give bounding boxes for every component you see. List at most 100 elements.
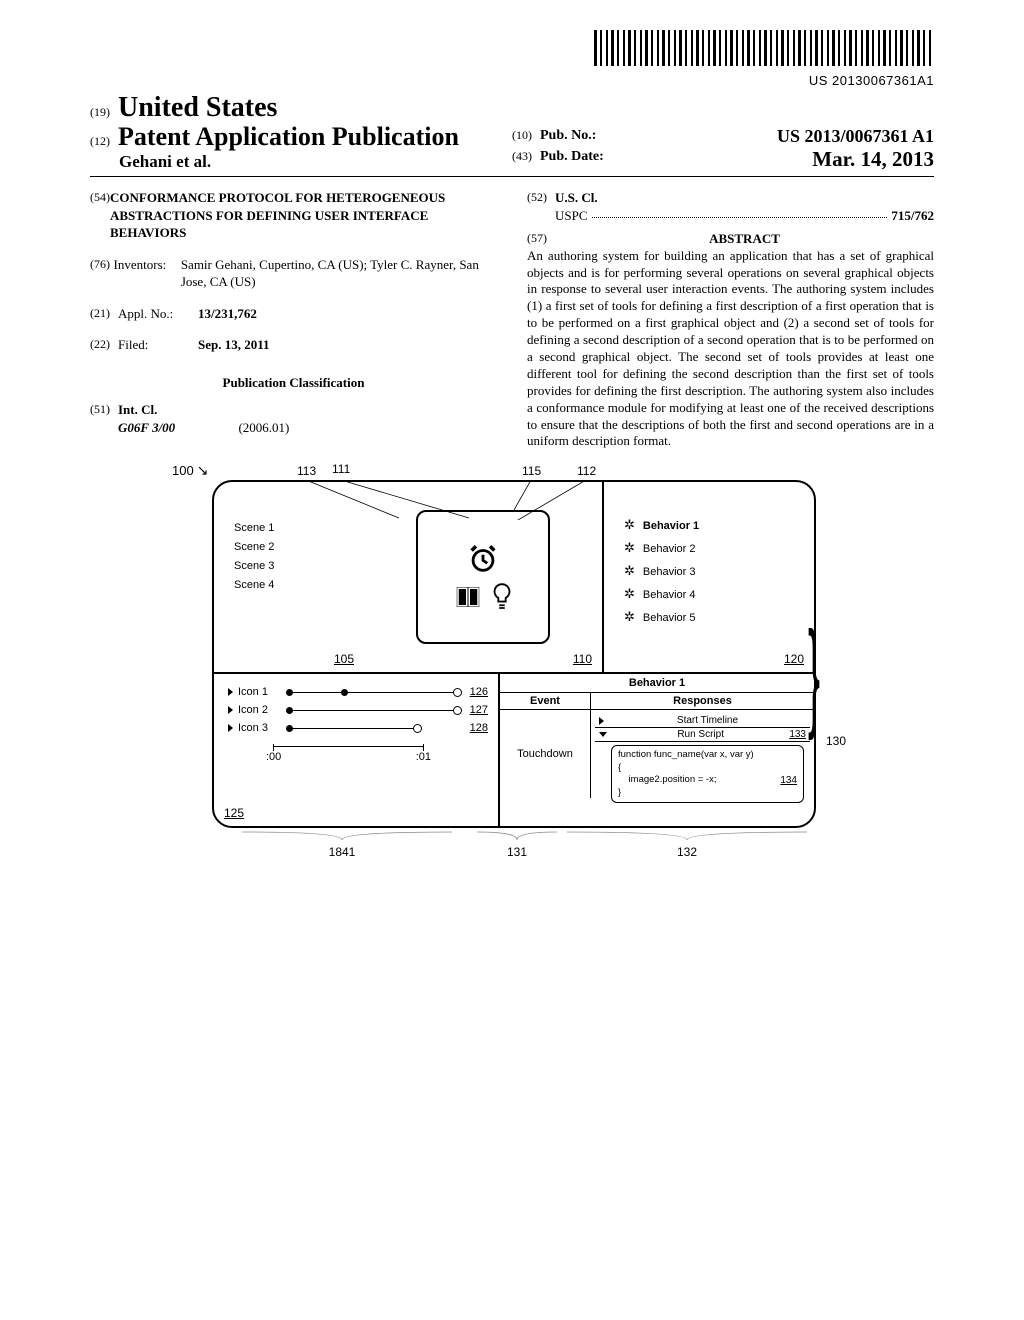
filed-code: (22) <box>90 336 118 354</box>
top-row: Scene 1 Scene 2 Scene 3 Scene 4 105 <box>214 482 814 672</box>
ref-128: 128 <box>470 722 488 734</box>
ref-134: 134 <box>780 774 797 787</box>
behavior-1: ✲Behavior 1 <box>624 517 804 533</box>
time-1: :01 <box>416 751 431 763</box>
resp2-label: Run Script <box>612 729 789 740</box>
pub-date-label: Pub. Date: <box>540 149 604 164</box>
abstract-heading: ABSTRACT <box>555 230 934 248</box>
uscl-code: (52) <box>527 189 555 224</box>
filed-value: Sep. 13, 2011 <box>198 336 270 354</box>
title-block: (54) CONFORMANCE PROTOCOL FOR HETEROGENE… <box>90 189 497 242</box>
behavior-5: ✲Behavior 5 <box>624 609 804 625</box>
ref-105: 105 <box>334 652 354 666</box>
resp1-label: Start Timeline <box>609 715 806 726</box>
authors-line: Gehani et al. <box>90 152 512 172</box>
filed-block: (22) Filed: Sep. 13, 2011 <box>90 336 497 354</box>
ref-115: 115 <box>522 464 541 478</box>
time-0: :00 <box>266 751 281 763</box>
left-column: (54) CONFORMANCE PROTOCOL FOR HETEROGENE… <box>90 189 497 450</box>
behavior-2: ✲Behavior 2 <box>624 540 804 556</box>
intcl-code: (51) <box>90 401 118 436</box>
body-columns: (54) CONFORMANCE PROTOCOL FOR HETEROGENE… <box>90 189 934 450</box>
ref-112: 112 <box>577 464 596 478</box>
detail-title: Behavior 1 <box>500 674 814 693</box>
ref-113: 113 <box>297 464 316 478</box>
triangle-icon <box>228 724 233 732</box>
dotfill <box>592 207 888 218</box>
appl-label: Appl. No.: <box>118 305 198 323</box>
timeline-axis <box>273 746 423 747</box>
appl-code: (21) <box>90 305 118 323</box>
gear-icon: ✲ <box>624 609 635 625</box>
scene-1: Scene 1 <box>234 522 354 534</box>
header-right: (10) Pub. No.: US 2013/0067361 A1 (43) P… <box>512 126 934 172</box>
intcl-edition: (2006.01) <box>238 420 289 435</box>
appl-value: 13/231,762 <box>198 305 257 323</box>
ref-100: 100 <box>172 462 208 479</box>
timeline-panel: Icon 1 126 Icon 2 <box>214 674 498 826</box>
gear-icon: ✲ <box>624 563 635 579</box>
detail-headers: Event Responses <box>500 693 814 710</box>
code-line-4: } <box>618 787 797 799</box>
appl-block: (21) Appl. No.: 13/231,762 <box>90 305 497 323</box>
behavior-panel: ✲Behavior 1 ✲Behavior 2 ✲Behavior 3 ✲Beh… <box>602 482 814 672</box>
scene-2: Scene 2 <box>234 541 354 553</box>
resp-start-timeline: Start Timeline <box>595 714 810 728</box>
title-code: (54) <box>90 189 110 242</box>
inventors-label: Inventors: <box>114 256 181 291</box>
resp-run-script: Run Script 133 <box>595 728 810 742</box>
detail-body: Touchdown Start Timeline Run Script 133 <box>500 710 814 798</box>
behavior-detail-panel: Behavior 1 Event Responses Touchdown Sta… <box>498 674 814 826</box>
resp-body: Start Timeline Run Script 133 function f… <box>591 710 814 798</box>
pub-class-heading: Publication Classification <box>90 374 497 392</box>
ref-133: 133 <box>789 729 806 740</box>
ref-127: 127 <box>470 704 488 716</box>
barcode <box>594 30 934 66</box>
icon-1-label: Icon 1 <box>238 686 280 698</box>
triangle-icon <box>228 706 233 714</box>
header: (19) United States (12) Patent Applicati… <box>90 92 934 177</box>
intcl-block: (51) Int. Cl. G06F 3/00 (2006.01) <box>90 401 497 436</box>
code-line-3: image2.position = -x; <box>618 774 780 787</box>
filed-label: Filed: <box>118 336 198 354</box>
canvas-panel: 110 <box>364 482 602 672</box>
gear-icon: ✲ <box>624 586 635 602</box>
ref-125: 125 <box>224 806 244 820</box>
uscl-value: 715/762 <box>891 207 934 225</box>
pub-no-label: Pub. No.: <box>540 128 596 143</box>
barcode-area: US 20130067361A1 <box>90 30 934 88</box>
scene-4: Scene 4 <box>234 579 354 591</box>
underbrace-row: 1841 131 132 <box>212 830 812 859</box>
figure-1: 100 113 111 115 112 Scene 1 Scene 2 Scen <box>90 480 934 859</box>
timeline-row-3: Icon 3 128 <box>228 722 488 734</box>
underbrace-3 <box>562 830 812 842</box>
code-box: function func_name(var x, var y) { image… <box>611 745 804 803</box>
barcode-text: US 20130067361A1 <box>90 73 934 88</box>
icon-2-label: Icon 2 <box>238 704 280 716</box>
ref-126: 126 <box>470 686 488 698</box>
inventors-block: (76) Inventors: Samir Gehani, Cupertino,… <box>90 256 497 291</box>
resp-header: Responses <box>591 693 814 709</box>
behavior-3: ✲Behavior 3 <box>624 563 804 579</box>
inventors-code: (76) <box>90 256 114 291</box>
canvas <box>416 510 550 644</box>
header-left: (19) United States (12) Patent Applicati… <box>90 92 512 172</box>
abstract-code: (57) <box>527 230 555 248</box>
doc-type: Patent Application Publication <box>118 122 459 151</box>
ref-130: 130 <box>826 734 846 748</box>
triangle-icon <box>599 717 604 725</box>
doc-type-code: (12) <box>90 134 110 148</box>
ref-111: 111 <box>332 462 350 476</box>
pub-no-code: (10) <box>512 128 532 142</box>
code-line-1: function func_name(var x, var y) <box>618 749 797 761</box>
ref-110: 110 <box>573 652 592 666</box>
country-code: (19) <box>90 105 110 119</box>
patent-page: US 20130067361A1 (19) United States (12)… <box>0 0 1024 889</box>
book-icon <box>453 582 483 612</box>
underbrace-2 <box>472 830 562 842</box>
pub-date-value: Mar. 14, 2013 <box>812 147 934 172</box>
gear-icon: ✲ <box>624 517 635 533</box>
uscl-label: U.S. Cl. <box>555 189 934 207</box>
scene-3: Scene 3 <box>234 560 354 572</box>
intcl-label: Int. Cl. <box>118 401 289 419</box>
